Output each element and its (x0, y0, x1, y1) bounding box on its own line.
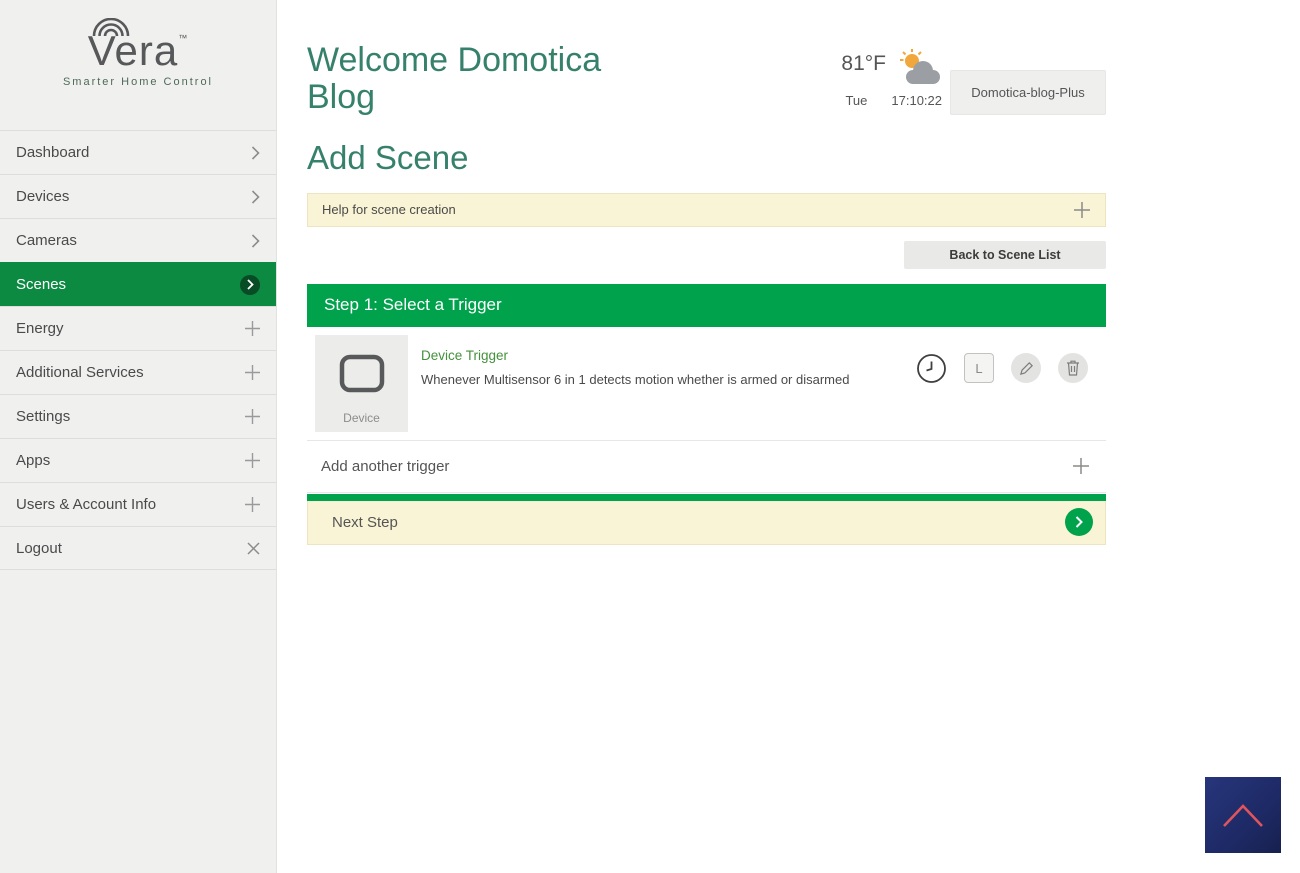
sidebar-item-label: Cameras (16, 232, 77, 249)
sidebar: Vera™ Smarter Home Control Dashboard Dev… (0, 0, 277, 873)
clock-time: 17:10:22 (891, 93, 942, 108)
pencil-icon (1019, 361, 1034, 376)
sidebar-item-label: Dashboard (16, 144, 89, 161)
trigger-category-tile: Device (315, 335, 408, 432)
weather-widget: 81°F (841, 48, 942, 108)
sidebar-item-additional-services[interactable]: Additional Services (0, 350, 276, 394)
next-step-label: Next Step (332, 514, 398, 531)
trigger-title-link[interactable]: Device Trigger (421, 348, 849, 363)
chevron-right-icon (251, 190, 260, 204)
sidebar-item-label: Devices (16, 188, 69, 205)
sidebar-item-label: Additional Services (16, 364, 144, 381)
chevron-right-circle-icon (240, 275, 260, 295)
sidebar-item-label: Energy (16, 320, 64, 337)
trigger-delete-button[interactable] (1058, 353, 1088, 383)
temperature: 81°F (841, 48, 886, 76)
plus-icon (245, 365, 260, 380)
trigger-schedule-button[interactable] (916, 353, 947, 384)
help-banner-label: Help for scene creation (322, 202, 456, 217)
plus-icon (245, 453, 260, 468)
sidebar-item-label: Users & Account Info (16, 496, 156, 513)
sidebar-item-label: Settings (16, 408, 70, 425)
sidebar-item-settings[interactable]: Settings (0, 394, 276, 438)
add-trigger-button[interactable] (1068, 453, 1094, 479)
sidebar-item-dashboard[interactable]: Dashboard (0, 130, 276, 174)
trademark: ™ (178, 33, 188, 43)
trigger-luup-button[interactable]: L (964, 353, 994, 383)
chevron-right-icon (251, 146, 260, 160)
sidebar-item-logout[interactable]: Logout (0, 526, 276, 570)
weekday: Tue (845, 93, 867, 108)
back-to-scene-list-button[interactable]: Back to Scene List (904, 241, 1106, 269)
clock-icon (916, 353, 947, 384)
plus-icon (1072, 457, 1090, 475)
device-icon (338, 353, 386, 395)
logo-tagline: Smarter Home Control (0, 76, 276, 88)
trigger-row: Device Device Trigger Whenever Multisens… (307, 327, 1106, 441)
next-step-strip (307, 494, 1106, 501)
trigger-category-label: Device (315, 411, 408, 425)
vera-wordmark: Vera™ (88, 30, 188, 72)
trigger-description: Whenever Multisensor 6 in 1 detects moti… (421, 372, 849, 387)
trigger-edit-button[interactable] (1011, 353, 1041, 383)
chevron-right-icon (1075, 516, 1083, 528)
step-header: Step 1: Select a Trigger (307, 284, 1106, 327)
vera-logo: Vera™ Smarter Home Control (0, 0, 276, 130)
help-banner: Help for scene creation (307, 193, 1106, 227)
sidebar-item-apps[interactable]: Apps (0, 438, 276, 482)
plus-icon (245, 497, 260, 512)
next-step-button[interactable] (1065, 508, 1093, 536)
welcome-heading: Welcome Domotica Blog (307, 42, 637, 117)
trash-icon (1066, 360, 1080, 376)
plus-icon (245, 409, 260, 424)
chevron-up-icon (1220, 801, 1266, 829)
next-step-bar[interactable]: Next Step (307, 501, 1106, 545)
sidebar-item-scenes[interactable]: Scenes (0, 262, 276, 306)
page-title: Add Scene (307, 139, 1106, 177)
sidebar-item-devices[interactable]: Devices (0, 174, 276, 218)
controller-select-button[interactable]: Domotica-blog-Plus (950, 70, 1106, 115)
chevron-right-icon (251, 234, 260, 248)
add-trigger-row: Add another trigger (307, 441, 1106, 493)
sidebar-nav: Dashboard Devices Cameras Scenes Energy (0, 130, 276, 570)
sidebar-item-users-account[interactable]: Users & Account Info (0, 482, 276, 526)
expand-help-button[interactable] (1069, 197, 1095, 223)
plus-icon (245, 321, 260, 336)
close-icon (247, 542, 260, 555)
wifi-arcs-icon (90, 18, 132, 38)
sidebar-item-label: Scenes (16, 276, 66, 293)
add-trigger-label: Add another trigger (321, 458, 449, 475)
sidebar-item-energy[interactable]: Energy (0, 306, 276, 350)
sidebar-item-label: Apps (16, 452, 50, 469)
plus-icon (1073, 201, 1091, 219)
main-area: Welcome Domotica Blog 81°F (277, 0, 1300, 873)
scroll-to-top-button[interactable] (1205, 777, 1281, 853)
next-step-section: Next Step (307, 494, 1106, 545)
sidebar-item-label: Logout (16, 540, 62, 557)
weather-icon (896, 48, 942, 91)
sidebar-item-cameras[interactable]: Cameras (0, 218, 276, 262)
step-header-label: Step 1: Select a Trigger (324, 295, 502, 315)
